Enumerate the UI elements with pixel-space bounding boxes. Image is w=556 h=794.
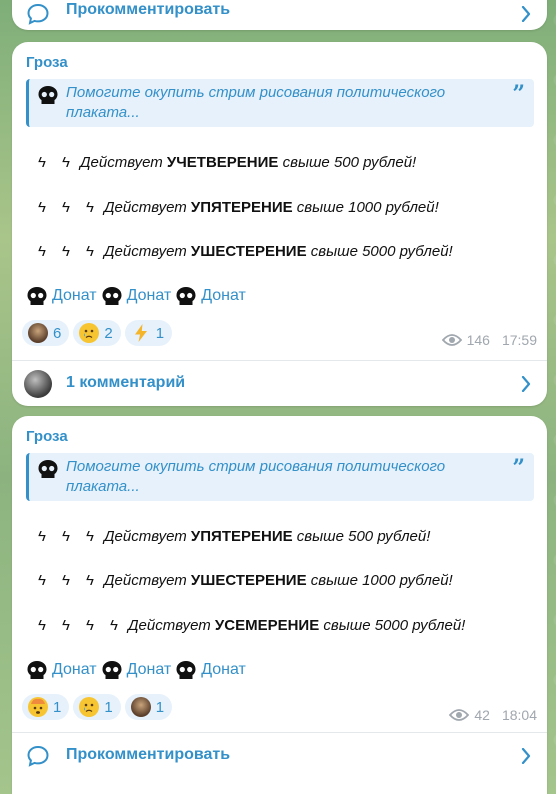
reaction-chip[interactable]: 1 bbox=[124, 320, 173, 346]
donate-link[interactable]: Донат bbox=[26, 286, 97, 306]
reactions-bar: 1 1 1 bbox=[22, 694, 176, 720]
channel-post: Гроза Помогите окупить стрим рисования п… bbox=[12, 42, 547, 406]
previous-post-footer: Прокомментировать bbox=[12, 0, 547, 30]
quote-text: Помогите окупить стрим рисования политич… bbox=[66, 84, 446, 121]
lightning-icon: ϟ bbox=[110, 617, 118, 634]
avatar bbox=[24, 370, 52, 398]
quote-mark-icon: ” bbox=[512, 81, 525, 107]
chevron-right-icon bbox=[521, 6, 531, 22]
quote-text: Помогите окупить стрим рисования политич… bbox=[66, 458, 446, 495]
quoted-message[interactable]: Помогите окупить стрим рисования политич… bbox=[26, 453, 534, 501]
skull-emoji-icon bbox=[27, 661, 47, 679]
lightning-icon: ϟ bbox=[38, 199, 46, 216]
lightning-icon: ϟ bbox=[62, 199, 70, 216]
lightning-icon: ϟ bbox=[38, 572, 46, 589]
lightning-icon bbox=[131, 323, 151, 343]
comment-label: Прокомментировать bbox=[66, 746, 231, 763]
lightning-icon: ϟ bbox=[38, 243, 46, 260]
skull-emoji-icon bbox=[38, 86, 58, 104]
lightning-icon: ϟ bbox=[62, 572, 70, 589]
post-time: 18:04 bbox=[501, 707, 537, 723]
chevron-right-icon bbox=[521, 748, 531, 764]
views-count: 146 bbox=[466, 332, 490, 348]
quoted-message[interactable]: Помогите окупить стрим рисования политич… bbox=[26, 79, 534, 127]
quote-mark-icon: ” bbox=[512, 455, 525, 481]
comment-bubble-icon bbox=[27, 745, 49, 767]
reaction-chip[interactable]: 2 bbox=[73, 320, 121, 346]
eye-icon bbox=[449, 709, 470, 721]
lightning-icon: ϟ bbox=[86, 199, 94, 216]
donate-links: Донат Донат Донат bbox=[26, 286, 250, 306]
post-meta: 146 17:59 bbox=[441, 332, 537, 348]
divider bbox=[12, 732, 547, 733]
bonus-line: ϟϟϟ Действует УШЕСТЕРЕНИЕ свыше 1000 руб… bbox=[32, 572, 453, 589]
comment-bubble-icon bbox=[27, 3, 49, 25]
bonus-line: ϟϟ Действует УЧЕТВЕРЕНИЕ свыше 500 рубле… bbox=[32, 154, 416, 171]
lightning-icon: ϟ bbox=[62, 528, 70, 545]
comment-button[interactable]: Прокомментировать bbox=[12, 734, 547, 778]
comments-button[interactable]: 1 комментарий bbox=[12, 362, 547, 406]
lightning-icon: ϟ bbox=[86, 617, 94, 634]
post-author[interactable]: Гроза bbox=[26, 428, 68, 445]
comment-label: Прокомментировать bbox=[66, 1, 231, 18]
bonus-line: ϟϟϟ Действует УПЯТЕРЕНИЕ свыше 500 рубле… bbox=[32, 528, 430, 545]
comment-button[interactable]: Прокомментировать bbox=[12, 0, 547, 30]
lightning-icon: ϟ bbox=[86, 243, 94, 260]
post-time: 17:59 bbox=[501, 332, 537, 348]
comment-count-label: 1 комментарий bbox=[66, 374, 186, 391]
character-sticker-icon bbox=[130, 697, 151, 717]
lightning-icon: ϟ bbox=[62, 243, 70, 260]
donate-link[interactable]: Донат bbox=[101, 660, 171, 680]
bonus-line: ϟϟϟϟ Действует УСЕМЕРЕНИЕ свыше 5000 руб… bbox=[32, 617, 465, 634]
skull-emoji-icon bbox=[176, 661, 196, 679]
lightning-icon: ϟ bbox=[62, 617, 70, 634]
reaction-chip[interactable]: 6 bbox=[22, 320, 70, 346]
donate-link[interactable]: Донат bbox=[175, 286, 246, 306]
post-meta: 42 18:04 bbox=[449, 707, 537, 723]
views-count: 42 bbox=[474, 707, 490, 723]
chevron-right-icon bbox=[521, 376, 531, 392]
lightning-icon: ϟ bbox=[86, 572, 94, 589]
skull-emoji-icon bbox=[27, 287, 47, 305]
channel-post: Гроза Помогите окупить стрим рисования п… bbox=[12, 416, 547, 794]
reaction-chip[interactable]: 1 bbox=[124, 694, 173, 720]
reaction-chip[interactable]: 1 bbox=[73, 694, 121, 720]
donate-link[interactable]: Донат bbox=[101, 286, 171, 306]
lightning-icon: ϟ bbox=[38, 154, 46, 171]
lightning-icon: ϟ bbox=[86, 528, 94, 545]
lightning-icon: ϟ bbox=[62, 154, 70, 171]
donate-link[interactable]: Донат bbox=[175, 660, 246, 680]
lightning-icon: ϟ bbox=[38, 528, 46, 545]
lightning-icon: ϟ bbox=[38, 617, 46, 634]
exploding-head-icon bbox=[28, 697, 48, 717]
reaction-chip[interactable]: 1 bbox=[22, 694, 70, 720]
skull-emoji-icon bbox=[38, 460, 58, 478]
post-author[interactable]: Гроза bbox=[26, 54, 68, 71]
crying-face-icon bbox=[79, 323, 100, 343]
bonus-line: ϟϟϟ Действует УПЯТЕРЕНИЕ свыше 1000 рубл… bbox=[32, 199, 439, 216]
donate-link[interactable]: Донат bbox=[26, 660, 97, 680]
skull-emoji-icon bbox=[176, 287, 196, 305]
divider bbox=[12, 360, 547, 361]
character-sticker-icon bbox=[28, 323, 48, 343]
bonus-line: ϟϟϟ Действует УШЕСТЕРЕНИЕ свыше 5000 руб… bbox=[32, 243, 453, 260]
crying-face-icon bbox=[79, 697, 100, 717]
skull-emoji-icon bbox=[102, 661, 122, 679]
reactions-bar: 6 2 1 bbox=[22, 320, 176, 346]
eye-icon bbox=[441, 334, 462, 346]
skull-emoji-icon bbox=[102, 287, 122, 305]
donate-links: Донат Донат Донат bbox=[26, 660, 250, 680]
